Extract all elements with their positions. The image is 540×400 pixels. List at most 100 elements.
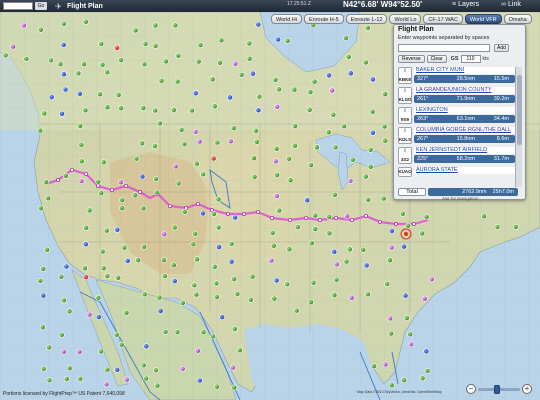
airport-marker[interactable] [179,365,186,372]
airport-marker[interactable] [348,294,355,301]
airport-marker[interactable] [175,52,182,59]
airport-marker[interactable] [386,257,393,263]
airport-marker[interactable] [63,375,70,382]
airport-marker[interactable] [274,103,281,110]
airport-marker[interactable] [284,37,291,44]
airport-marker[interactable] [192,230,199,237]
airport-marker[interactable] [171,224,178,231]
airport-marker[interactable] [83,274,89,280]
zoom-slider-thumb[interactable] [494,384,501,394]
airport-marker[interactable] [399,210,406,217]
airport-marker[interactable] [123,309,130,316]
airport-marker[interactable] [272,77,279,83]
airport-marker[interactable] [174,78,181,85]
airport-marker[interactable] [273,277,280,284]
airport-marker[interactable] [83,18,89,25]
airport-marker[interactable] [249,273,256,280]
airport-marker[interactable] [367,146,374,153]
airport-marker[interactable] [227,138,234,145]
tab-enroute-l12[interactable]: Enroute L-12 [345,14,388,24]
airport-marker[interactable] [77,90,83,97]
airport-marker[interactable] [231,384,238,391]
airport-marker[interactable] [44,246,50,253]
airport-marker[interactable] [82,241,89,248]
airport-marker[interactable] [132,27,139,34]
airport-marker[interactable] [77,375,84,382]
waypoint-input[interactable] [398,44,490,52]
airport-marker[interactable] [141,291,148,298]
airport-marker[interactable] [365,291,371,298]
airport-marker[interactable] [193,291,200,298]
tab-cf17-wac[interactable]: CF-17 WAC [423,14,463,24]
airport-marker[interactable] [142,40,149,47]
airport-marker[interactable] [162,328,169,335]
airport-marker[interactable] [161,273,168,279]
airport-marker[interactable] [66,365,73,372]
airport-marker[interactable] [424,367,431,374]
airport-marker[interactable] [312,226,319,232]
airport-marker[interactable] [331,248,338,255]
airport-marker[interactable] [98,190,105,196]
zoom-slider[interactable] [478,384,520,394]
airport-marker[interactable] [388,244,395,251]
airport-marker[interactable] [152,367,159,374]
airport-marker[interactable] [402,292,409,299]
airport-marker[interactable] [246,40,253,47]
airport-marker[interactable] [58,273,65,280]
airport-marker[interactable] [59,110,65,117]
airport-marker[interactable] [132,192,138,199]
airport-marker[interactable] [292,123,298,129]
airport-marker[interactable] [66,308,73,315]
airport-marker[interactable] [160,257,167,263]
airport-marker[interactable] [200,329,207,335]
airport-marker[interactable] [124,257,131,264]
airport-marker[interactable] [310,279,317,286]
airport-marker[interactable] [294,224,301,230]
airport-marker[interactable] [37,277,44,284]
airport-marker[interactable] [419,375,426,382]
airport-marker[interactable] [43,179,49,185]
airport-marker[interactable] [82,107,89,114]
airport-marker[interactable] [365,196,371,203]
airport-marker[interactable] [115,92,122,98]
airport-marker[interactable] [231,276,237,282]
airport-marker[interactable] [371,363,377,369]
airport-marker[interactable] [287,177,294,184]
airport-marker[interactable] [95,294,102,301]
airport-marker[interactable] [194,256,200,263]
airport-marker[interactable] [268,257,275,264]
airport-marker[interactable] [219,314,225,320]
airport-marker[interactable] [384,280,391,287]
airport-marker[interactable] [95,178,102,185]
airport-marker[interactable] [117,179,124,186]
airport-marker[interactable] [37,127,44,134]
airport-marker[interactable] [45,195,52,202]
scrollbar-thumb[interactable] [517,75,522,145]
airport-marker[interactable] [213,280,220,287]
waypoint-drag-handle[interactable]: ⇕ KLGD [398,87,412,104]
airport-marker[interactable] [143,343,150,350]
airport-marker[interactable] [174,329,181,335]
airport-marker[interactable] [232,60,239,67]
go-button[interactable]: Go [35,2,47,10]
airport-marker[interactable] [40,292,47,299]
airport-marker[interactable] [344,213,350,219]
airport-marker[interactable] [82,265,88,272]
airport-marker[interactable] [421,295,428,302]
waypoint-drag-handle[interactable]: ⇕ 9S9 [398,107,412,124]
zoom-in-button[interactable]: + [522,384,532,394]
airport-marker[interactable] [494,223,501,230]
airport-marker[interactable] [199,210,206,217]
airport-marker[interactable] [246,55,253,62]
airport-marker[interactable] [114,366,121,373]
airport-marker[interactable] [214,139,221,146]
airport-marker[interactable] [83,224,89,231]
airport-marker[interactable] [405,222,411,229]
airport-marker[interactable] [100,159,107,166]
airport-marker[interactable] [403,315,410,321]
airport-marker[interactable] [512,223,519,230]
airport-marker[interactable] [255,21,262,28]
airport-marker[interactable] [197,42,204,48]
airport-marker[interactable] [349,156,356,163]
airport-marker[interactable] [231,325,238,332]
